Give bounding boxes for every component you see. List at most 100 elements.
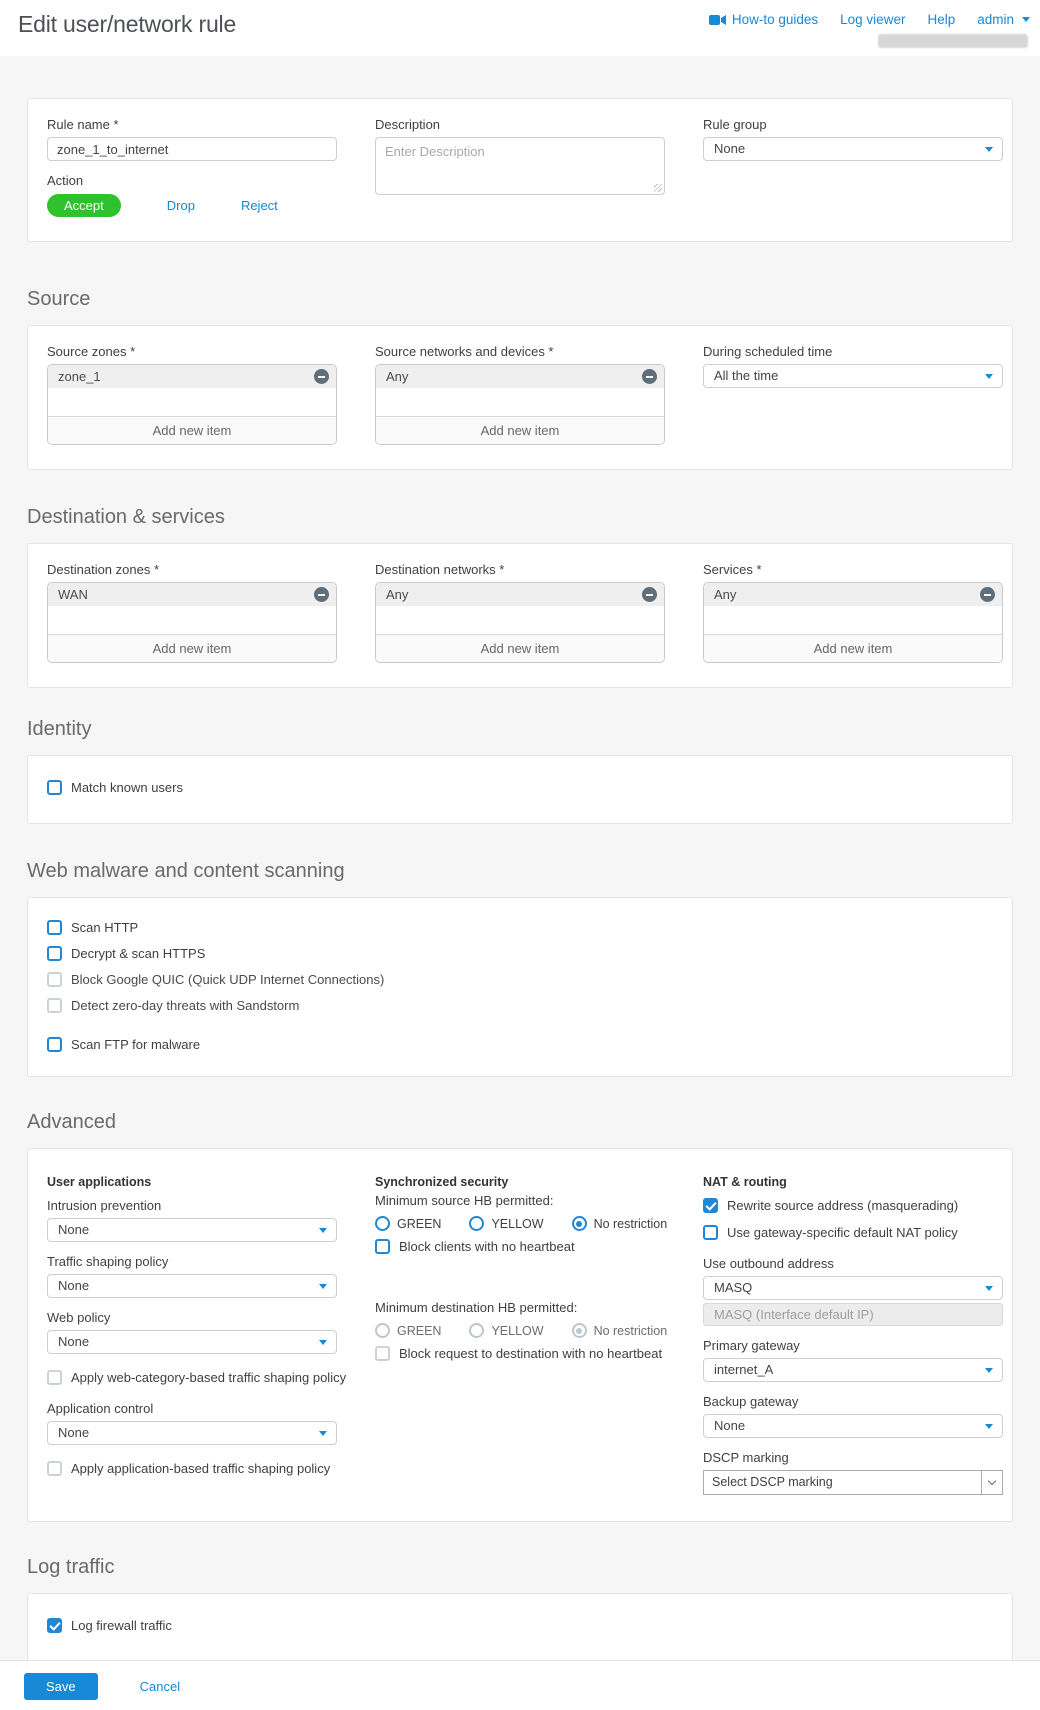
cancel-button[interactable]: Cancel — [140, 1679, 180, 1694]
help-link[interactable]: Help — [927, 12, 955, 27]
drop-button[interactable]: Drop — [167, 198, 195, 213]
primary-gateway-label: Primary gateway — [703, 1338, 1003, 1353]
remove-item-icon[interactable] — [980, 587, 995, 602]
dest-hb-yellow-label: YELLOW — [491, 1324, 543, 1338]
howto-guides-link[interactable]: How-to guides — [709, 12, 818, 27]
sandstorm-checkbox — [47, 998, 62, 1013]
match-known-users-checkbox[interactable] — [47, 780, 62, 795]
list-item-label: Any — [386, 369, 408, 384]
dscp-marking-value: Select DSCP marking — [704, 1471, 981, 1494]
gateway-specific-row: Use gateway-specific default NAT policy — [703, 1225, 1003, 1240]
destination-zones-col: Destination zones * WAN Add new item — [47, 562, 337, 663]
list-item: Any — [376, 365, 664, 388]
listbox-spacer — [376, 388, 664, 416]
min-source-hb-label: Minimum source HB permitted: — [375, 1193, 665, 1208]
log-firewall-checkbox[interactable] — [47, 1618, 62, 1633]
description-col: Description Enter Description — [375, 117, 665, 195]
add-new-item-button[interactable]: Add new item — [48, 416, 336, 444]
source-zones-label: Source zones * — [47, 344, 337, 359]
footer-bar: Save Cancel — [0, 1660, 1040, 1710]
redacted-device-name — [878, 34, 1028, 48]
scan-ftp-checkbox[interactable] — [47, 1037, 62, 1052]
source-hb-radios: GREEN YELLOW No restriction — [375, 1216, 665, 1231]
chevron-down-icon — [985, 1368, 993, 1373]
action-buttons: Accept Drop Reject — [47, 194, 337, 217]
block-requests-row: Block request to destination with no hea… — [375, 1346, 665, 1361]
select-chevron-icon — [981, 1471, 1002, 1494]
source-networks-col: Source networks and devices * Any Add ne… — [375, 344, 665, 445]
rule-name-input[interactable] — [47, 137, 337, 161]
video-camera-icon — [709, 14, 726, 26]
gateway-specific-checkbox[interactable] — [703, 1225, 718, 1240]
add-new-item-button[interactable]: Add new item — [376, 416, 664, 444]
chevron-down-icon — [985, 1424, 993, 1429]
primary-gateway-dropdown[interactable]: internet_A — [703, 1358, 1003, 1382]
schedule-col: During scheduled time All the time — [703, 344, 1003, 388]
backup-gateway-label: Backup gateway — [703, 1394, 1003, 1409]
listbox-spacer — [704, 606, 1002, 634]
listbox-spacer — [376, 606, 664, 634]
add-new-item-button[interactable]: Add new item — [376, 634, 664, 662]
dscp-marking-select[interactable]: Select DSCP marking — [703, 1470, 1003, 1495]
match-known-users-label: Match known users — [71, 780, 183, 795]
listbox-spacer — [48, 606, 336, 634]
admin-menu[interactable]: admin — [977, 12, 1030, 27]
reject-button[interactable]: Reject — [241, 198, 278, 213]
list-item-label: Any — [386, 587, 408, 602]
application-control-dropdown[interactable]: None — [47, 1421, 337, 1445]
log-panel: Log firewall traffic — [27, 1593, 1013, 1664]
web-policy-dropdown[interactable]: None — [47, 1330, 337, 1354]
decrypt-https-checkbox[interactable] — [47, 946, 62, 961]
chevron-down-icon — [985, 374, 993, 379]
schedule-dropdown[interactable]: All the time — [703, 364, 1003, 388]
block-quic-label: Block Google QUIC (Quick UDP Internet Co… — [71, 972, 384, 987]
rule-group-dropdown[interactable]: None — [703, 137, 1003, 161]
gateway-specific-label: Use gateway-specific default NAT policy — [727, 1225, 958, 1240]
web-section-title: Web malware and content scanning — [27, 860, 1013, 883]
description-textarea[interactable]: Enter Description — [375, 137, 665, 195]
source-hb-norestriction-radio[interactable] — [572, 1216, 587, 1231]
app-based-shaping-row: Apply application-based traffic shaping … — [47, 1461, 337, 1476]
application-control-label: Application control — [47, 1401, 337, 1416]
accept-button[interactable]: Accept — [47, 194, 121, 217]
traffic-shaping-dropdown[interactable]: None — [47, 1274, 337, 1298]
destination-networks-col: Destination networks * Any Add new item — [375, 562, 665, 663]
nat-routing-col: NAT & routing Rewrite source address (ma… — [703, 1175, 1003, 1495]
source-networks-listbox: Any Add new item — [375, 364, 665, 445]
add-new-item-button[interactable]: Add new item — [48, 634, 336, 662]
remove-item-icon[interactable] — [642, 587, 657, 602]
rewrite-source-checkbox[interactable] — [703, 1198, 718, 1213]
remove-item-icon[interactable] — [314, 369, 329, 384]
scan-ftp-label: Scan FTP for malware — [71, 1037, 200, 1052]
remove-item-icon[interactable] — [642, 369, 657, 384]
source-hb-green-radio[interactable] — [375, 1216, 390, 1231]
list-item: Any — [704, 583, 1002, 606]
scan-http-checkbox[interactable] — [47, 920, 62, 935]
traffic-shaping-label: Traffic shaping policy — [47, 1254, 337, 1269]
dscp-marking-label: DSCP marking — [703, 1450, 1003, 1465]
rewrite-source-row: Rewrite source address (masquerading) — [703, 1198, 1003, 1213]
list-item-label: WAN — [58, 587, 88, 602]
chevron-down-icon — [1022, 17, 1030, 22]
add-new-item-button[interactable]: Add new item — [704, 634, 1002, 662]
match-known-users-row: Match known users — [47, 780, 993, 795]
web-policy-label: Web policy — [47, 1310, 337, 1325]
remove-item-icon[interactable] — [314, 587, 329, 602]
identity-panel: Match known users — [27, 755, 1013, 824]
list-item-label: zone_1 — [58, 369, 101, 384]
log-viewer-link[interactable]: Log viewer — [840, 12, 905, 27]
backup-gateway-dropdown[interactable]: None — [703, 1414, 1003, 1438]
page-title: Edit user/network rule — [18, 11, 236, 38]
outbound-address-dropdown[interactable]: MASQ — [703, 1276, 1003, 1300]
save-button[interactable]: Save — [24, 1673, 98, 1700]
chevron-down-icon — [319, 1284, 327, 1289]
source-hb-yellow-radio[interactable] — [469, 1216, 484, 1231]
block-clients-checkbox[interactable] — [375, 1239, 390, 1254]
resize-grip-icon[interactable] — [654, 184, 662, 192]
dest-hb-green-label: GREEN — [397, 1324, 441, 1338]
destination-networks-label: Destination networks * — [375, 562, 665, 577]
destination-panel: Destination zones * WAN Add new item Des… — [27, 543, 1013, 688]
intrusion-prevention-dropdown[interactable]: None — [47, 1218, 337, 1242]
dest-hb-yellow-radio — [469, 1323, 484, 1338]
sandstorm-label: Detect zero-day threats with Sandstorm — [71, 998, 299, 1013]
